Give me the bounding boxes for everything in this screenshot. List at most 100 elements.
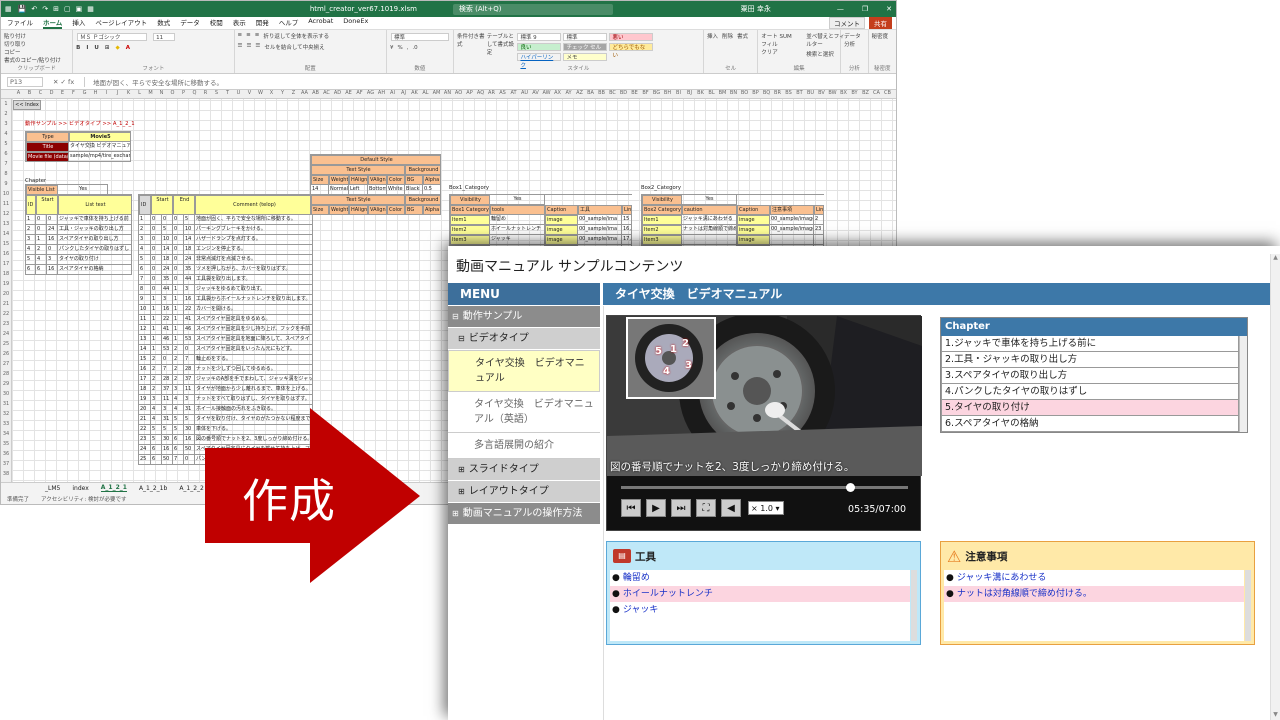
telop-cell[interactable]: 16 [162, 305, 173, 315]
column-header[interactable]: BT [794, 90, 805, 98]
chapter-cell[interactable]: 2 [36, 245, 47, 255]
telop-cell[interactable]: 3 [151, 395, 162, 405]
row-header[interactable]: 17 [1, 259, 11, 269]
row-header[interactable]: 21 [1, 299, 11, 309]
column-header[interactable]: V [244, 90, 255, 98]
telop-cell[interactable]: 22 [139, 425, 151, 435]
telop-cell[interactable]: 1 [173, 315, 184, 325]
column-header[interactable]: AX [552, 90, 563, 98]
box1-cell[interactable]: Item2 [450, 225, 490, 235]
chapter-cell[interactable]: 3 [26, 235, 36, 245]
column-header[interactable]: C [35, 90, 46, 98]
chapter-cell[interactable]: 0 [36, 225, 47, 235]
column-header[interactable]: BN [728, 90, 739, 98]
type-value[interactable]: Movie5 [69, 132, 131, 142]
ribbon-tab[interactable]: データ [180, 17, 200, 29]
column-header[interactable]: H [90, 90, 101, 98]
box1-cell[interactable]: Item1 [450, 215, 490, 225]
telop-cell[interactable]: 7 [162, 365, 173, 375]
chapter-cell[interactable]: 0 [36, 215, 47, 225]
telop-cell[interactable]: 17 [139, 375, 151, 385]
telop-cell[interactable]: 1 [151, 315, 162, 325]
telop-cell[interactable]: 0 [173, 225, 184, 235]
telop-cell[interactable]: 工具袋からホイールナットレンチを取り出します。 [195, 295, 313, 305]
speed-select[interactable]: × 1.0 ▾ [748, 501, 784, 515]
menu-layout-type[interactable]: ⊞ レイアウトタイプ [448, 481, 600, 503]
row-header[interactable]: 6 [1, 149, 11, 159]
chapter-cell[interactable]: 16 [47, 235, 58, 245]
column-header[interactable]: AM [431, 90, 442, 98]
telop-cell[interactable]: 37 [184, 375, 195, 385]
telop-cell[interactable]: 12 [139, 325, 151, 335]
ribbon-tab[interactable]: 表示 [233, 17, 246, 29]
telop-cell[interactable]: 14 [139, 345, 151, 355]
column-header[interactable]: BL [706, 90, 717, 98]
column-header[interactable]: AG [365, 90, 376, 98]
telop-cell[interactable]: 1 [151, 325, 162, 335]
telop-cell[interactable]: 0 [151, 265, 162, 275]
decimal-icon[interactable]: .0 [412, 45, 417, 51]
telop-cell[interactable]: 6 [151, 445, 162, 455]
telop-cell[interactable]: 30 [184, 425, 195, 435]
style-memo[interactable]: メモ [563, 53, 608, 61]
caution-item[interactable]: ● ジャッキ溝にあわせる [944, 570, 1244, 586]
column-header[interactable]: S [211, 90, 222, 98]
formula-input[interactable]: 地面が固く、平らで安全な場所に移動する。 [84, 76, 223, 87]
style-check-cell[interactable]: チェック セル [563, 43, 608, 51]
telop-cell[interactable]: 0 [184, 455, 195, 465]
title-value[interactable]: タイヤ交換 ビデオマニュア [69, 142, 131, 152]
telop-cell[interactable]: 5 [139, 255, 151, 265]
caution-item[interactable]: ● ナットは対角線順で締め付ける。 [944, 586, 1244, 602]
column-header[interactable]: BP [750, 90, 761, 98]
telop-cell[interactable]: 0 [151, 215, 162, 225]
telop-cell[interactable]: 4 [151, 405, 162, 415]
row-header[interactable]: 13 [1, 219, 11, 229]
telop-cell[interactable]: 18 [184, 245, 195, 255]
column-header[interactable]: AB [310, 90, 321, 98]
chapter-cell[interactable]: スペアタイヤの格納 [58, 265, 132, 275]
telop-cell[interactable]: 30 [162, 435, 173, 445]
tool-item[interactable]: ● ジャッキ [610, 602, 910, 618]
chapter-cell[interactable]: 24 [47, 225, 58, 235]
box1-cell[interactable]: image [545, 215, 578, 225]
telop-cell[interactable]: 18 [162, 255, 173, 265]
row-header[interactable]: 4 [1, 129, 11, 139]
quick-access-icon[interactable]: ↶ [31, 5, 37, 13]
column-header[interactable]: AZ [574, 90, 585, 98]
telop-cell[interactable]: 22 [162, 315, 173, 325]
column-header[interactable]: BJ [684, 90, 695, 98]
video-frame[interactable]: 12 3 45 図の番号順でナットを2、3度しっかり締め付ける。 [607, 316, 922, 476]
box2-cell[interactable]: Item3 [642, 235, 682, 245]
column-header[interactable]: BX [838, 90, 849, 98]
chapter-item[interactable]: 2.工具・ジャッキの取り出し方 [941, 352, 1239, 368]
menu-item-tire-video-en[interactable]: タイヤ交換 ビデオマニュアル（英語） [448, 392, 600, 433]
telop-cell[interactable]: スペアタイヤ固定具をゆるめる。 [195, 315, 313, 325]
telop-cell[interactable]: 0 [151, 255, 162, 265]
moviefile-value[interactable]: sample/mp4/tire_exchange [69, 152, 131, 162]
box2-visibility-value[interactable]: Yes [682, 195, 737, 205]
telop-cell[interactable]: 1 [151, 335, 162, 345]
column-header[interactable]: BI [673, 90, 684, 98]
telop-cell[interactable]: 0 [173, 255, 184, 265]
telop-cell[interactable]: 41 [162, 325, 173, 335]
next-icon[interactable]: ⏭ [671, 499, 691, 517]
box2-cell[interactable]: 00_sample/image [770, 225, 814, 235]
chapter-cell[interactable]: 1 [26, 215, 36, 225]
row-header[interactable]: 34 [1, 429, 11, 439]
column-header[interactable]: AA [299, 90, 310, 98]
telop-cell[interactable]: ツメを押しながら、カバーを取りはずす。 [195, 265, 313, 275]
seek-bar[interactable] [621, 483, 908, 492]
page-scrollbar[interactable]: ▲ ▼ [1270, 254, 1280, 720]
ribbon-tab[interactable]: ヘルプ [279, 17, 299, 29]
column-header[interactable]: BC [607, 90, 618, 98]
chapter-cell[interactable]: 4 [26, 245, 36, 255]
column-header[interactable]: BF [640, 90, 651, 98]
box2-cell[interactable] [682, 235, 737, 245]
chapter-cell[interactable]: 0 [47, 215, 58, 225]
telop-cell[interactable]: 10 [184, 225, 195, 235]
number-format-select[interactable]: 標準 [390, 33, 449, 41]
align-bottom-icon[interactable]: ≡ [255, 32, 260, 40]
box2-cell[interactable]: 2 [814, 215, 824, 225]
telop-cell[interactable]: 1 [151, 305, 162, 315]
column-header[interactable]: BK [695, 90, 706, 98]
